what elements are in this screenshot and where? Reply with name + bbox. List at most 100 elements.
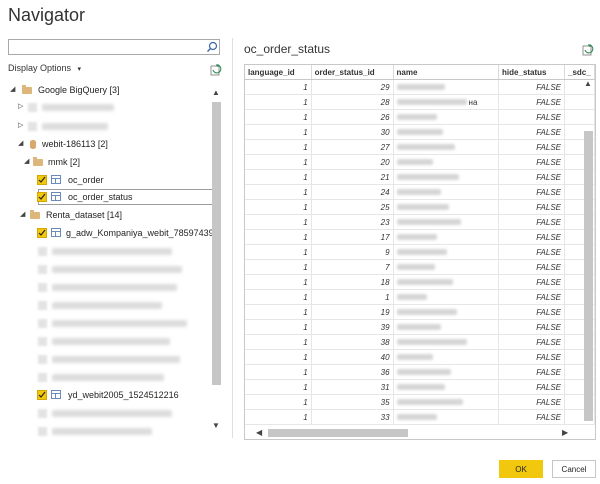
- tree-node-redacted[interactable]: [8, 423, 208, 438]
- cell-order-status-id: 20: [311, 154, 394, 170]
- cell-language-id: 1: [245, 259, 312, 275]
- scroll-left-icon[interactable]: ◀: [256, 428, 262, 438]
- tree-node-webit-project[interactable]: ◢ webit-186113 [2]: [8, 136, 208, 152]
- display-options-menu[interactable]: Display Options ▾: [8, 63, 81, 73]
- table-row: 1 26 FALSE: [245, 109, 595, 125]
- table-row: 1 18 FALSE: [245, 274, 595, 290]
- redacted-icon: [38, 427, 47, 436]
- cell-language-id: 1: [245, 79, 312, 95]
- navigator-tree[interactable]: ◢ Google BigQuery [3] ▷ ▷ ◢ webit-186113…: [8, 80, 223, 438]
- tree-node-oc-order-status[interactable]: oc_order_status: [8, 189, 208, 205]
- scrollbar-thumb[interactable]: [268, 429, 408, 437]
- collapsed-arrow-icon[interactable]: ▷: [18, 99, 23, 115]
- redacted-value: [396, 309, 457, 316]
- redacted-icon: [38, 247, 47, 256]
- tree-node-redacted[interactable]: [8, 279, 208, 295]
- tree-node-project[interactable]: ▷: [8, 99, 208, 115]
- scroll-down-icon[interactable]: ▼: [212, 421, 220, 431]
- expanded-arrow-icon[interactable]: ◢: [10, 82, 15, 98]
- cell-language-id: 1: [245, 124, 312, 140]
- column-header[interactable]: order_status_id: [311, 65, 394, 80]
- cell-hide-status: FALSE: [498, 379, 565, 395]
- tree-node-mmk[interactable]: ◢ mmk [2]: [8, 154, 208, 170]
- tree-node-redacted[interactable]: [8, 243, 208, 259]
- cell-language-id: 1: [245, 379, 312, 395]
- cell-order-status-id: 21: [311, 169, 394, 185]
- table-icon: [51, 228, 61, 237]
- column-header[interactable]: name: [393, 65, 500, 80]
- cell-order-status-id: 26: [311, 109, 394, 125]
- expanded-arrow-icon[interactable]: ◢: [18, 136, 23, 152]
- redacted-label: [52, 356, 180, 363]
- cell-language-id: 1: [245, 184, 312, 200]
- cell-order-status-id: 7: [311, 259, 394, 275]
- cell-hide-status: FALSE: [498, 394, 565, 410]
- ok-button[interactable]: OK: [499, 460, 543, 478]
- refresh-icon[interactable]: [582, 44, 594, 56]
- redacted-icon: [38, 337, 47, 346]
- column-header[interactable]: _sdc_: [564, 65, 595, 80]
- table-row: 1 1 FALSE: [245, 289, 595, 305]
- grid-horizontal-scrollbar[interactable]: ◀ ▶: [254, 426, 574, 438]
- tree-label: oc_order_status: [68, 192, 133, 202]
- tree-node-g-adw[interactable]: g_adw_Kompaniya_webit_785974396: [8, 225, 219, 241]
- redacted-value: [396, 114, 437, 121]
- cell-hide-status: FALSE: [498, 109, 565, 125]
- search-input[interactable]: [8, 39, 220, 55]
- cell-order-status-id: 18: [311, 274, 394, 290]
- redacted-icon: [38, 301, 47, 310]
- cell-hide-status: FALSE: [498, 259, 565, 275]
- search-icon[interactable]: [206, 41, 218, 53]
- cell-name: на: [393, 94, 500, 110]
- tree-node-renta-dataset[interactable]: ◢ Renta_dataset [14]: [8, 207, 208, 223]
- tree-node-redacted[interactable]: [8, 333, 208, 349]
- table-row: 1 36 FALSE: [245, 364, 595, 380]
- tree-node-redacted[interactable]: [8, 297, 208, 313]
- tree-node-project[interactable]: ▷: [8, 118, 208, 134]
- redacted-icon: [38, 283, 47, 292]
- redacted-value: [396, 159, 433, 166]
- refresh-icon[interactable]: [210, 64, 222, 76]
- column-header[interactable]: language_id: [245, 65, 312, 80]
- scroll-up-icon[interactable]: ▲: [212, 88, 220, 98]
- cancel-button[interactable]: Cancel: [552, 460, 596, 478]
- tree-node-redacted[interactable]: [8, 315, 208, 331]
- scroll-right-icon[interactable]: ▶: [562, 428, 568, 438]
- checkbox-checked[interactable]: [37, 192, 47, 202]
- grid-vertical-scrollbar[interactable]: ▲: [583, 79, 595, 424]
- expanded-arrow-icon[interactable]: ◢: [24, 154, 29, 170]
- table-row: 1 38 FALSE: [245, 334, 595, 350]
- cell-language-id: 1: [245, 319, 312, 335]
- cell-name: [393, 109, 500, 125]
- cell-order-status-id: 27: [311, 139, 394, 155]
- tree-node-oc-order[interactable]: oc_order: [8, 172, 208, 188]
- tree-node-google-bigquery[interactable]: ◢ Google BigQuery [3]: [8, 82, 208, 98]
- cell-name: [393, 259, 500, 275]
- checkbox-checked[interactable]: [37, 175, 47, 185]
- cell-hide-status: FALSE: [498, 79, 565, 95]
- preview-grid[interactable]: language_id order_status_id name hide_st…: [244, 64, 596, 440]
- tree-node-redacted[interactable]: [8, 369, 208, 385]
- collapsed-arrow-icon[interactable]: ▷: [18, 118, 23, 134]
- cell-language-id: 1: [245, 199, 312, 215]
- expanded-arrow-icon[interactable]: ◢: [20, 207, 25, 223]
- table-row: 1 29 FALSE: [245, 79, 595, 95]
- scrollbar-thumb[interactable]: [584, 131, 593, 421]
- cell-language-id: 1: [245, 244, 312, 260]
- table-header-row: language_id order_status_id name hide_st…: [245, 65, 595, 80]
- tree-vertical-scrollbar[interactable]: ▲ ▼: [210, 88, 222, 433]
- cell-name: [393, 184, 500, 200]
- scrollbar-thumb[interactable]: [212, 102, 221, 385]
- tree-node-redacted[interactable]: [8, 351, 208, 367]
- redacted-value: [396, 249, 447, 256]
- checkbox-checked[interactable]: [37, 390, 47, 400]
- redacted-label: [52, 338, 170, 345]
- tree-node-redacted[interactable]: [8, 261, 208, 277]
- scroll-up-icon[interactable]: ▲: [584, 79, 592, 89]
- column-header[interactable]: hide_status: [498, 65, 565, 80]
- cell-language-id: 1: [245, 214, 312, 230]
- tree-node-redacted[interactable]: [8, 405, 208, 421]
- cell-language-id: 1: [245, 139, 312, 155]
- checkbox-checked[interactable]: [37, 228, 47, 238]
- tree-node-yd-webit[interactable]: yd_webit2005_1524512216: [8, 387, 208, 403]
